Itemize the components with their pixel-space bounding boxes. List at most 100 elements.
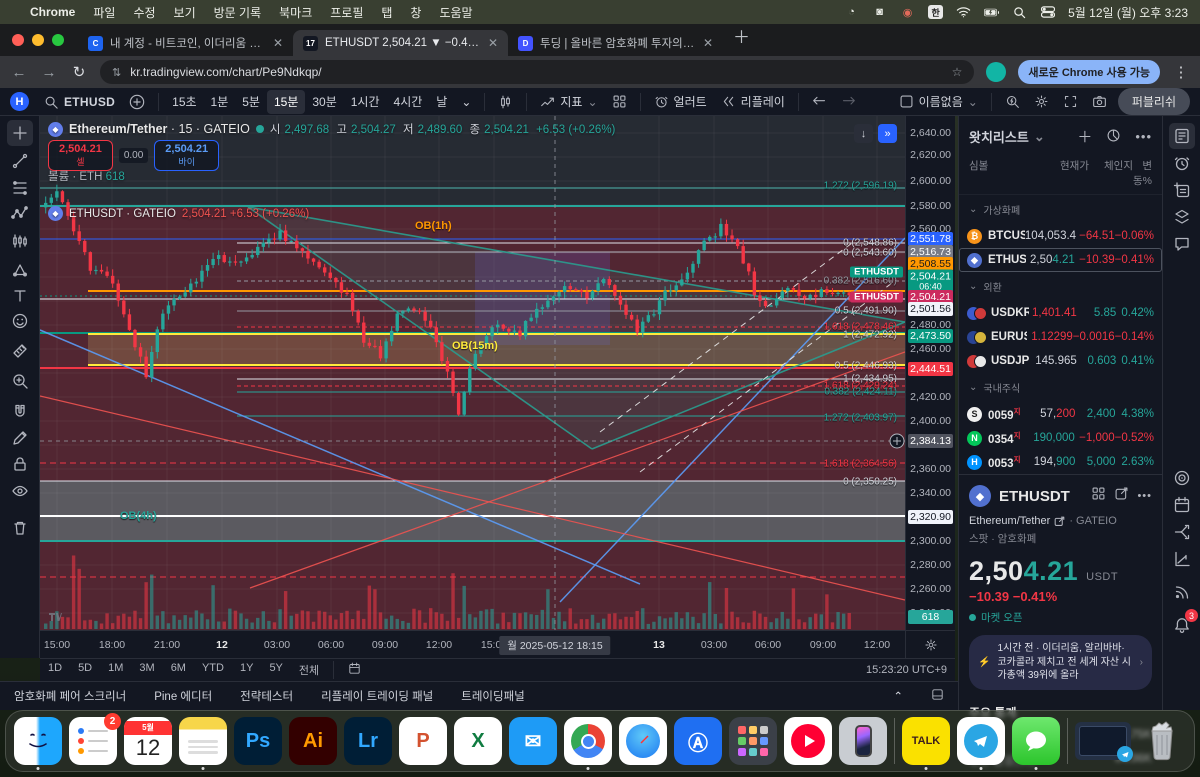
- bottom-tab-button[interactable]: 전략테스터: [226, 688, 307, 704]
- input-source-icon[interactable]: 한: [928, 5, 943, 19]
- interval-expand-icon[interactable]: ⌄: [454, 90, 478, 114]
- dock-minimized-window[interactable]: [1075, 722, 1131, 760]
- collapse-panel-icon[interactable]: ⌃: [879, 689, 917, 703]
- price-scale[interactable]: 2,640.002,620.002,600.002,580.002,560.00…: [905, 116, 955, 630]
- tab-close-icon[interactable]: ✕: [488, 36, 498, 50]
- forecast-tool-icon[interactable]: [7, 228, 33, 254]
- clock-utc[interactable]: 15:23:20 UTC+9: [858, 664, 955, 676]
- menubar-item[interactable]: 창: [410, 6, 421, 20]
- ideas-panel-icon[interactable]: [1169, 465, 1195, 491]
- minimize-window-button[interactable]: [32, 34, 44, 46]
- market-status[interactable]: 마켓 오픈: [969, 610, 1152, 625]
- browser-tab[interactable]: 17ETHUSDT 2,504.21 ▼ −0.41%✕: [293, 30, 508, 56]
- watchlist-row[interactable]: USDKR1,401.415.850.42%: [959, 301, 1162, 325]
- calendar-panel-icon[interactable]: [1169, 492, 1195, 518]
- overlay-legend[interactable]: ◆ ETHUSDT · GATEIO 2,504.21 +6.53 (+0.26…: [48, 206, 309, 221]
- snapshot-button[interactable]: [1085, 90, 1114, 114]
- dock-iphone-mirroring[interactable]: [839, 717, 887, 765]
- range-button[interactable]: 5D: [70, 662, 100, 678]
- dock-chrome[interactable]: [564, 717, 612, 765]
- alert-button[interactable]: 얼러트: [647, 90, 714, 114]
- browser-tab[interactable]: D투딩 | 올바른 암호화폐 투자의 모든✕: [508, 30, 723, 56]
- layout-select-button[interactable]: 이름없음 ⌄: [892, 90, 985, 114]
- publish-button[interactable]: 퍼블리쉬: [1118, 88, 1190, 115]
- range-button[interactable]: 전체: [291, 662, 327, 678]
- menubar-item[interactable]: 프로필: [330, 6, 363, 20]
- wifi-icon[interactable]: [956, 6, 971, 19]
- axis-settings[interactable]: [905, 630, 955, 658]
- control-center-icon[interactable]: [1040, 6, 1055, 19]
- fullscreen-button[interactable]: [1056, 90, 1085, 114]
- bottom-tab-button[interactable]: 리플레이 트레이딩 패널: [307, 688, 447, 704]
- url-text[interactable]: kr.tradingview.com/chart/Pe9Ndkqp/: [130, 65, 321, 79]
- menubar-app-name[interactable]: Chrome: [30, 5, 75, 19]
- interval-button[interactable]: 날: [429, 90, 454, 114]
- replay-button[interactable]: 리플레이: [714, 90, 792, 114]
- dock-trash[interactable]: [1138, 717, 1186, 765]
- chat-panel-icon[interactable]: [1169, 231, 1195, 257]
- watchlist-section[interactable]: ⌄국내주식: [959, 373, 1162, 402]
- symbol-title[interactable]: ETHUSDT: [999, 488, 1083, 505]
- range-button[interactable]: YTD: [194, 662, 232, 678]
- watchlist-row[interactable]: H0053지194,9005,0002.63%: [959, 450, 1162, 474]
- range-button[interactable]: 3M: [131, 662, 162, 678]
- dock-calendar[interactable]: 5월12: [124, 717, 172, 765]
- redo-button[interactable]: [834, 90, 863, 114]
- bottom-tab-button[interactable]: 트레이딩패널: [447, 688, 538, 704]
- interval-button[interactable]: 1분: [204, 90, 236, 114]
- watchlist-row[interactable]: N0354지190,000−1,000−0.52%: [959, 426, 1162, 450]
- dock-telegram[interactable]: [957, 717, 1005, 765]
- shapes-tool-icon[interactable]: [7, 257, 33, 283]
- legend-symbol[interactable]: Ethereum/Tether · 15 · GATEIO: [69, 122, 250, 136]
- back-icon[interactable]: ←: [10, 64, 28, 81]
- menubar-clock[interactable]: 5월 12일 (월) 오후 3:23: [1068, 4, 1188, 21]
- range-button[interactable]: 1Y: [232, 662, 261, 678]
- eye-tool-icon[interactable]: [7, 478, 33, 504]
- dock-powerpoint[interactable]: P: [399, 717, 447, 765]
- watchlist-section[interactable]: ⌄외환: [959, 272, 1162, 301]
- fib-tool-icon[interactable]: [7, 175, 33, 201]
- trend-tool-icon[interactable]: [7, 148, 33, 174]
- bookmark-star-icon[interactable]: ☆: [952, 65, 963, 79]
- compose-icon[interactable]: [1114, 486, 1129, 506]
- watchlist-row[interactable]: ₿BTCUS104,053.4−64.51−0.06%: [959, 224, 1162, 248]
- menubar-item[interactable]: 보기: [174, 6, 196, 20]
- menubar-item[interactable]: 도움말: [439, 6, 472, 20]
- interval-button[interactable]: 4시간: [387, 90, 430, 114]
- profile-avatar[interactable]: [986, 62, 1006, 82]
- news-banner[interactable]: ⚡ 1시간 전 · 이더리움, 알리바바·코카콜라 제치고 전 세계 자산 시가…: [969, 635, 1152, 690]
- dock-appstore[interactable]: Ⓐ: [674, 717, 722, 765]
- dock-reminders[interactable]: 2: [69, 717, 117, 765]
- undo-button[interactable]: [805, 90, 834, 114]
- indicators-button[interactable]: 지표 ⌄: [533, 90, 604, 114]
- magnet-tool-icon[interactable]: [7, 398, 33, 424]
- settings-button[interactable]: [1027, 90, 1056, 114]
- menubar-item[interactable]: 파일: [93, 6, 115, 20]
- interval-button[interactable]: 15초: [165, 90, 203, 114]
- dock-kakaotalk[interactable]: TALK: [902, 717, 950, 765]
- interval-button[interactable]: 1시간: [344, 90, 387, 114]
- sell-button[interactable]: 2,504.21셀: [48, 140, 113, 171]
- tv-user-avatar[interactable]: H: [10, 92, 29, 111]
- menubar-item[interactable]: 탭: [381, 6, 392, 20]
- crosshair-tool-icon[interactable]: [7, 120, 33, 146]
- chrome-menu-icon[interactable]: ⋮: [1172, 63, 1190, 81]
- go-to-date-icon[interactable]: [340, 662, 369, 678]
- noteplus-panel-icon[interactable]: [1169, 177, 1195, 203]
- volume-legend[interactable]: 볼륨 · ETH 618: [48, 168, 125, 184]
- chart-style-button[interactable]: [491, 90, 520, 114]
- forward-icon[interactable]: →: [40, 64, 58, 81]
- dock-illustrator[interactable]: Ai: [289, 717, 337, 765]
- go-to-realtime-button[interactable]: »: [878, 124, 897, 143]
- kebab-menu-icon[interactable]: •••: [1135, 129, 1152, 144]
- stream-panel-icon[interactable]: [1169, 579, 1195, 605]
- menubar-item[interactable]: 수정: [133, 6, 155, 20]
- watchlist-row[interactable]: EURUS1.12299−0.0016−0.14%: [959, 325, 1162, 349]
- dock-safari[interactable]: [619, 717, 667, 765]
- chart-area[interactable]: ◆ Ethereum/Tether · 15 · GATEIO 시2,497.6…: [40, 116, 905, 630]
- chevron-down-icon[interactable]: ⌄: [1034, 129, 1045, 145]
- pencil-tool-icon[interactable]: [7, 425, 33, 451]
- dock-lightroom[interactable]: Lr: [344, 717, 392, 765]
- battery-icon[interactable]: [984, 6, 999, 19]
- reload-icon[interactable]: ↻: [70, 63, 88, 81]
